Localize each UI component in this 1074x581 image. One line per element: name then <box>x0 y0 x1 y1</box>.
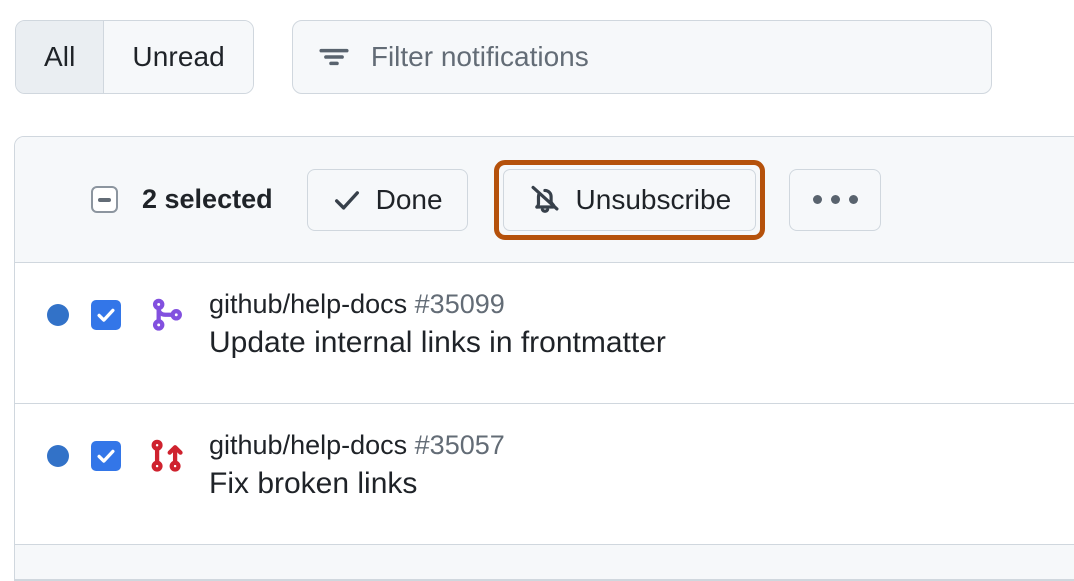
unread-dot-icon[interactable] <box>47 304 69 326</box>
row-checkbox[interactable] <box>91 300 121 330</box>
git-pull-request-closed-icon <box>147 436 187 476</box>
row-text: github/help-docs #35099 Update internal … <box>209 289 666 360</box>
row-meta: github/help-docs #35099 <box>209 289 666 320</box>
kebab-dot-2 <box>830 195 840 204</box>
git-merge-icon <box>147 295 187 335</box>
notifications-list: 2 selected Done Unsubscribe github/help-… <box>14 136 1074 581</box>
list-footer-partial <box>15 545 1074 580</box>
unsubscribe-highlight-ring: Unsubscribe <box>493 159 766 240</box>
filter-placeholder: Filter notifications <box>370 41 589 72</box>
filter-notifications-field[interactable]: Filter notifications <box>291 20 992 94</box>
row-title[interactable]: Update internal links in frontmatter <box>209 326 666 360</box>
kebab-dot-3 <box>848 195 858 204</box>
row-meta: github/help-docs #35057 <box>209 430 505 461</box>
row-number: #35057 <box>414 430 505 460</box>
table-row[interactable]: github/help-docs #35057 Fix broken links <box>15 404 1074 545</box>
unsubscribe-label: Unsubscribe <box>575 183 732 215</box>
tab-unread[interactable]: Unread <box>103 21 253 93</box>
bell-slash-icon <box>528 183 562 217</box>
kebab-horizontal-icon <box>812 195 822 204</box>
selected-count-label: 2 selected <box>142 184 273 214</box>
done-label: Done <box>375 183 443 215</box>
unsubscribe-button[interactable]: Unsubscribe <box>502 168 757 231</box>
row-text: github/help-docs #35057 Fix broken links <box>209 430 505 501</box>
filter-icon <box>317 40 351 74</box>
indeterminate-dash-icon <box>98 197 111 202</box>
done-button[interactable]: Done <box>306 168 468 231</box>
row-title[interactable]: Fix broken links <box>209 467 505 501</box>
bulk-actions-header: 2 selected Done Unsubscribe <box>15 137 1074 263</box>
select-all-checkbox[interactable] <box>91 186 118 213</box>
tab-all[interactable]: All <box>16 21 104 93</box>
row-number: #35099 <box>414 289 505 319</box>
notifications-screen: All Unread Filter notifications 2 select… <box>0 0 1074 581</box>
row-checkbox[interactable] <box>91 441 121 471</box>
unread-dot-icon[interactable] <box>47 445 69 467</box>
row-controls <box>47 289 187 335</box>
row-repo: github/help-docs <box>209 430 408 460</box>
row-controls <box>47 430 187 476</box>
more-actions-button[interactable] <box>789 168 882 231</box>
notifications-toolbar-top: All Unread Filter notifications <box>15 20 992 94</box>
table-row[interactable]: github/help-docs #35099 Update internal … <box>15 263 1074 404</box>
check-icon <box>332 185 362 215</box>
row-repo: github/help-docs <box>209 289 408 319</box>
read-state-segmented-control[interactable]: All Unread <box>15 20 254 94</box>
